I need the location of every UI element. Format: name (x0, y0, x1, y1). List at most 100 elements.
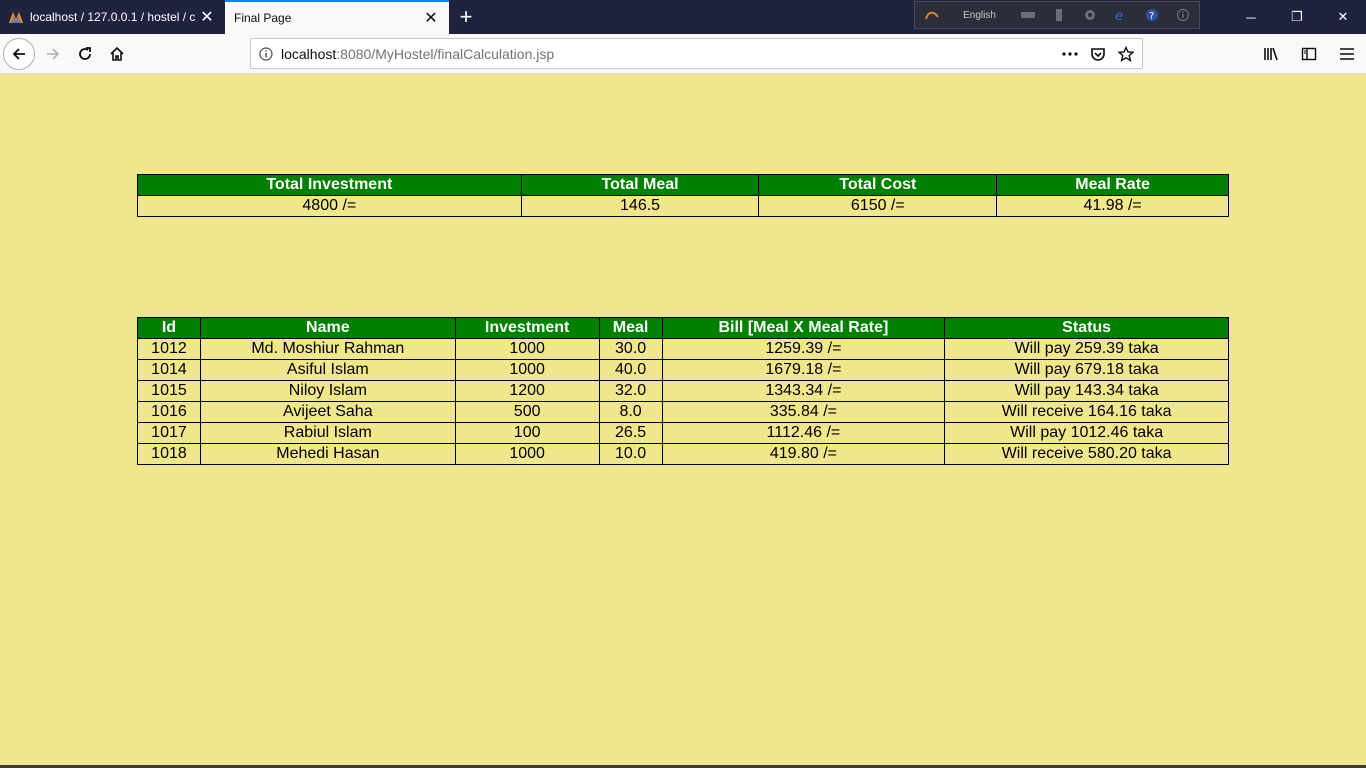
header-status: Status (944, 317, 1229, 339)
tab-final-page[interactable]: Final Page ✕ (225, 0, 449, 34)
cell-name: Avijeet Saha (199, 401, 456, 423)
header-meal: Meal (598, 317, 663, 339)
tab-phpmyadmin[interactable]: localhost / 127.0.0.1 / hostel / c ✕ (0, 0, 225, 34)
tab-bar: localhost / 127.0.0.1 / hostel / c ✕ Fin… (0, 0, 1366, 34)
cell-name: Niloy Islam (199, 380, 456, 402)
cell-investment: 100 (454, 422, 600, 444)
cell-meal: 32.0 (598, 380, 663, 402)
info-icon[interactable] (1174, 6, 1191, 24)
forward-button[interactable] (37, 38, 69, 70)
tab-label: Final Page (234, 11, 292, 25)
url-actions (1060, 44, 1142, 64)
cell-meal: 8.0 (598, 401, 663, 423)
window-controls: ─ ❐ ✕ (1228, 0, 1366, 34)
header-name: Name (199, 317, 456, 339)
table-row: 1012 Md. Moshiur Rahman 1000 30.0 1259.3… (137, 338, 1229, 360)
cell-meal: 40.0 (598, 359, 663, 381)
language-bar: English e ? (914, 1, 1200, 29)
bookmark-star-icon[interactable] (1116, 44, 1136, 64)
cell-status: Will receive 580.20 taka (944, 443, 1229, 465)
sidebar-icon[interactable] (1290, 38, 1328, 70)
cell-meal: 10.0 (598, 443, 663, 465)
restore-icon[interactable]: ❐ (1274, 0, 1320, 34)
navigation-toolbar: localhost:8080/MyHostel/finalCalculation… (0, 34, 1366, 74)
total-investment-value: 4800 /= (137, 195, 522, 217)
cell-id: 1018 (137, 443, 201, 465)
address-bar[interactable]: localhost:8080/MyHostel/finalCalculation… (250, 38, 1143, 69)
cell-status: Will pay 143.34 taka (944, 380, 1229, 402)
cell-investment: 1000 (454, 338, 600, 360)
cell-investment: 1200 (454, 380, 600, 402)
header-total-cost: Total Cost (758, 174, 998, 196)
ime-tool-icon[interactable] (1050, 6, 1067, 24)
table-row: 1015 Niloy Islam 1200 32.0 1343.34 /= Wi… (137, 380, 1229, 402)
cell-name: Md. Moshiur Rahman (199, 338, 456, 360)
cell-meal: 26.5 (598, 422, 663, 444)
meal-rate-value: 41.98 /= (996, 195, 1229, 217)
cell-investment: 1000 (454, 443, 600, 465)
help-icon[interactable]: ? (1143, 6, 1160, 24)
phpmyadmin-icon (8, 9, 24, 25)
close-window-icon[interactable]: ✕ (1320, 0, 1366, 34)
header-total-meal: Total Meal (520, 174, 760, 196)
cell-status: Will pay 1012.46 taka (944, 422, 1229, 444)
cell-investment: 1000 (454, 359, 600, 381)
total-cost-value: 6150 /= (758, 195, 998, 217)
cell-id: 1015 (137, 380, 201, 402)
summary-header-row: Total Investment Total Meal Total Cost M… (137, 174, 1229, 196)
cell-bill: 1259.39 /= (661, 338, 946, 360)
svg-text:e: e (1115, 9, 1123, 22)
table-row: 1017 Rabiul Islam 100 26.5 1112.46 /= Wi… (137, 422, 1229, 444)
cell-status: Will pay 259.39 taka (944, 338, 1229, 360)
keyboard-icon[interactable] (1019, 6, 1036, 24)
page-actions-icon[interactable] (1060, 44, 1080, 64)
cell-bill: 1679.18 /= (661, 359, 946, 381)
site-info-icon[interactable] (251, 46, 281, 61)
back-arrow-icon (12, 48, 25, 60)
svg-text:?: ? (1149, 11, 1154, 22)
ime-logo-icon[interactable] (923, 6, 940, 24)
total-meal-value: 146.5 (520, 195, 760, 217)
header-id: Id (137, 317, 201, 339)
header-bill: Bill [Meal X Meal Rate] (661, 317, 946, 339)
cell-id: 1014 (137, 359, 201, 381)
home-button[interactable] (101, 38, 133, 70)
table-row: 1018 Mehedi Hasan 1000 10.0 419.80 /= Wi… (137, 443, 1229, 465)
members-table: Id Name Investment Meal Bill [Meal X Mea… (137, 317, 1229, 465)
header-investment: Investment (454, 317, 600, 339)
cell-name: Asiful Islam (199, 359, 456, 381)
library-icon[interactable] (1252, 38, 1290, 70)
summary-table: Total Investment Total Meal Total Cost M… (137, 174, 1229, 217)
internet-explorer-icon[interactable]: e (1112, 6, 1129, 24)
cell-bill: 335.84 /= (661, 401, 946, 423)
cell-id: 1012 (137, 338, 201, 360)
forward-arrow-icon (47, 48, 60, 60)
cell-investment: 500 (454, 401, 600, 423)
home-icon (110, 46, 124, 61)
reload-button[interactable] (69, 38, 101, 70)
table-row: 1016 Avijeet Saha 500 8.0 335.84 /= Will… (137, 401, 1229, 423)
pocket-icon[interactable] (1088, 44, 1108, 64)
cell-bill: 1112.46 /= (661, 422, 946, 444)
back-button[interactable] (3, 38, 35, 70)
new-tab-button[interactable]: + (452, 3, 480, 31)
cell-status: Will receive 164.16 taka (944, 401, 1229, 423)
members-header-row: Id Name Investment Meal Bill [Meal X Mea… (137, 317, 1229, 339)
close-tab-icon[interactable]: ✕ (195, 5, 219, 29)
url-text[interactable]: localhost:8080/MyHostel/finalCalculation… (281, 46, 1060, 62)
toolbar-right (1252, 38, 1366, 70)
minimize-icon[interactable]: ─ (1228, 0, 1274, 34)
summary-values-row: 4800 /= 146.5 6150 /= 41.98 /= (137, 195, 1229, 217)
cell-status: Will pay 679.18 taka (944, 359, 1229, 381)
close-tab-icon[interactable]: ✕ (419, 6, 443, 30)
url-host: localhost (281, 45, 337, 62)
url-path: :8080/MyHostel/finalCalculation.jsp (336, 45, 555, 62)
table-row: 1014 Asiful Islam 1000 40.0 1679.18 /= W… (137, 359, 1229, 381)
cell-name: Rabiul Islam (199, 422, 456, 444)
menu-icon[interactable] (1328, 38, 1366, 70)
language-label[interactable]: English (954, 10, 1005, 21)
gear-icon[interactable] (1081, 6, 1098, 24)
reload-icon (79, 47, 91, 60)
cell-meal: 30.0 (598, 338, 663, 360)
header-total-investment: Total Investment (137, 174, 522, 196)
